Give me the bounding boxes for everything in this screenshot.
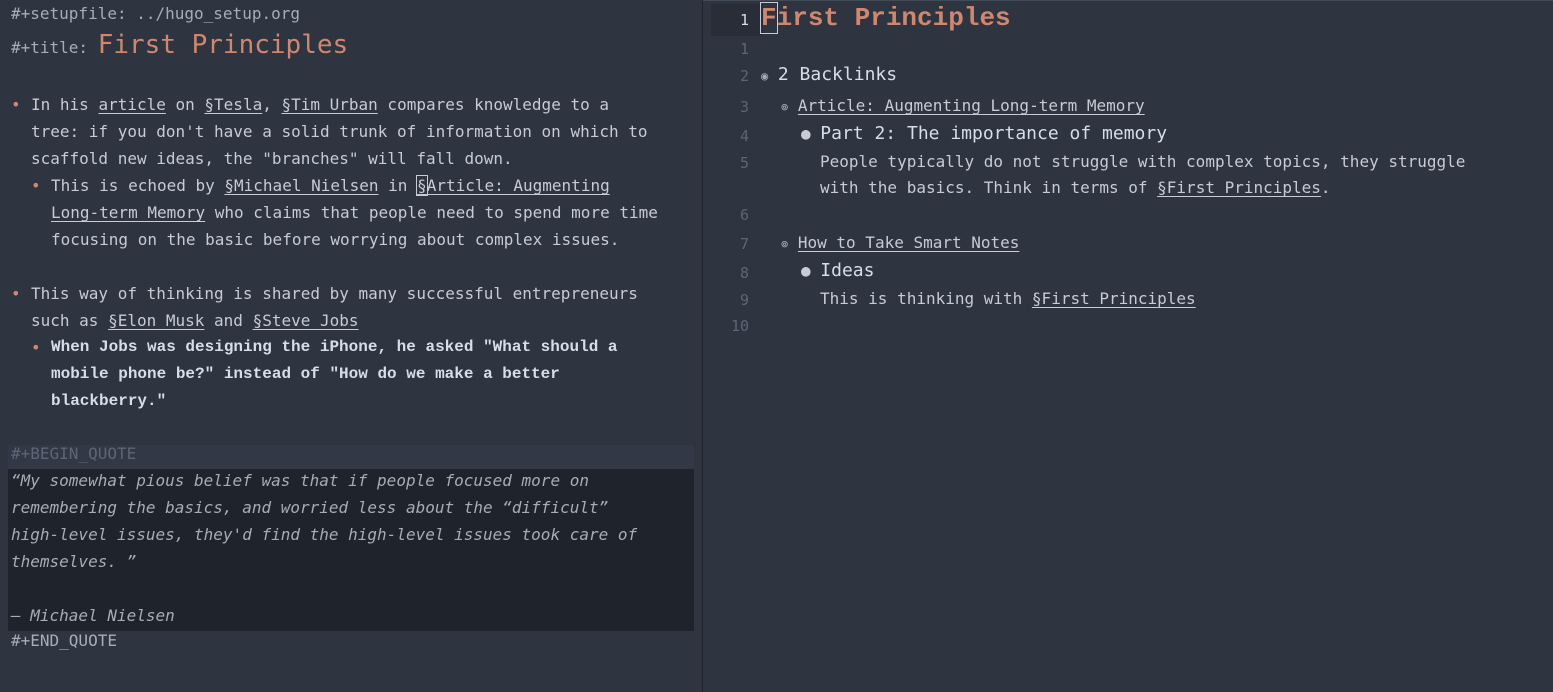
link-article[interactable]: article [98, 95, 165, 114]
text-span: on [165, 95, 205, 114]
text-span: and [204, 311, 253, 330]
bullet-icon: • [11, 95, 21, 114]
text-span: who claims that people need to spend mor… [205, 203, 658, 222]
list-item-line: This way of thinking is shared by many s… [31, 284, 638, 303]
quote-line: high-level issues, they'd find the high-… [11, 525, 638, 544]
setupfile-line: #+setupfile: ../hugo_setup.org [11, 4, 300, 23]
backlink-context-line: with the basics. Think in terms of §Firs… [820, 178, 1331, 197]
dot-icon: ● [801, 261, 811, 280]
quote-attribution: — Michael Nielsen [11, 606, 175, 625]
link-elon-musk[interactable]: §Elon Musk [108, 311, 204, 330]
quote-line: themselves. ” [11, 552, 137, 571]
line-number: 1 [739, 40, 749, 58]
backlink-context-line: People typically do not struggle with co… [820, 152, 1466, 171]
list-item-line: mobile phone be?" instead of "How do we … [51, 365, 560, 383]
backlinks-header[interactable]: ◉ 2 Backlinks [761, 64, 897, 85]
line-number: 5 [739, 154, 749, 172]
title-keyword: #+title: [11, 38, 89, 57]
emacs-window: #+setupfile: ../hugo_setup.org #+title: … [0, 0, 1553, 692]
backlink-heading-text: Ideas [820, 260, 875, 281]
end-quote-keyword: #+END_QUOTE [11, 631, 117, 650]
line-number: 10 [730, 317, 749, 335]
pane-border [703, 0, 1553, 1]
collapse-toggle-icon[interactable]: ◉ [761, 69, 768, 83]
backlinks-title-rest: irst Principles [776, 3, 1011, 33]
link-michael-nielsen[interactable]: §Michael Nielsen [224, 176, 378, 195]
link-first-principles[interactable]: §First Principles [1157, 178, 1321, 197]
dot-icon: ● [801, 124, 811, 143]
link-long-term-memory[interactable]: Long-term Memory [51, 203, 205, 222]
link-first-principles[interactable]: §First Principles [1032, 289, 1196, 308]
text-span: with the basics. Think in terms of [820, 178, 1158, 197]
text-span: This is echoed by [51, 176, 225, 195]
list-item-line: When Jobs was designing the iPhone, he a… [51, 338, 618, 356]
backlink-entry-header: ⊚ How to Take Smart Notes [781, 233, 1019, 252]
line-number: 9 [739, 291, 749, 309]
list-item-line: Long-term Memory who claims that people … [51, 203, 658, 222]
section-toggle-icon[interactable]: ⊚ [781, 100, 788, 114]
list-item-line: scaffold new ideas, the "branches" will … [31, 149, 513, 168]
text-span: This is thinking with [820, 289, 1032, 308]
list-item-line: blackberry." [51, 392, 167, 410]
text-span: in [378, 176, 418, 195]
link-tesla[interactable]: §Tesla [204, 95, 262, 114]
list-item-line: focusing on the basic before worrying ab… [51, 230, 620, 249]
backlink-entry-header: ⊚ Article: Augmenting Long-term Memory [781, 96, 1145, 115]
backlink-heading: ● Part 2: The importance of memory [801, 123, 1167, 144]
text-span: . [1320, 178, 1331, 197]
backlink-source-link[interactable]: Article: Augmenting Long-term Memory [798, 96, 1145, 115]
line-number: 4 [739, 127, 749, 145]
editor-pane-left[interactable]: #+setupfile: ../hugo_setup.org #+title: … [0, 0, 702, 692]
title-line: #+title: First Principles [11, 30, 348, 60]
list-item-line: This is echoed by §Michael Nielsen in §A… [51, 175, 610, 196]
list-item-line: such as §Elon Musk and §Steve Jobs [31, 311, 359, 330]
text-span: In his [31, 95, 99, 114]
section-toggle-icon[interactable]: ⊚ [781, 237, 788, 251]
backlink-context-line: This is thinking with §First Principles [820, 289, 1196, 308]
bullet-icon: • [11, 284, 21, 303]
backlinks-title: First Principles [760, 2, 1011, 34]
text-span: such as [31, 311, 109, 330]
line-number: 1 [739, 11, 749, 29]
line-number: 2 [739, 67, 749, 85]
list-item-line: tree: if you don't have a solid trunk of… [31, 122, 648, 141]
link-tim-urban[interactable]: §Tim Urban [281, 95, 377, 114]
link-article-augmenting[interactable]: Article: Augmenting [427, 176, 610, 195]
line-number: 6 [739, 206, 749, 224]
backlink-heading-text: Part 2: The importance of memory [820, 123, 1168, 144]
backlink-source-link[interactable]: How to Take Smart Notes [798, 233, 1020, 252]
link-steve-jobs[interactable]: §Steve Jobs [253, 311, 359, 330]
begin-quote-keyword: #+BEGIN_QUOTE [11, 444, 137, 463]
backlinks-count-label: 2 Backlinks [777, 64, 898, 85]
bullet-icon: • [31, 176, 41, 195]
line-number: 8 [739, 264, 749, 282]
text-cursor[interactable]: § [416, 175, 428, 196]
quote-line: remembering the basics, and worried less… [11, 498, 609, 517]
text-cursor[interactable]: F [760, 2, 778, 34]
backlink-heading: ● Ideas [801, 260, 874, 281]
bullet-icon: • [31, 338, 41, 357]
text-span: compares knowledge to a [377, 95, 609, 114]
backlinks-pane[interactable]: 1 1 2 3 4 5 6 7 8 9 10 First Principles … [703, 0, 1553, 692]
line-number: 3 [739, 98, 749, 116]
text-span: , [262, 95, 282, 114]
quote-line: “My somewhat pious belief was that if pe… [11, 471, 589, 490]
page-title: First Principles [97, 30, 349, 60]
line-number: 7 [739, 235, 749, 253]
list-item-line: In his article on §Tesla, §Tim Urban com… [31, 95, 609, 114]
